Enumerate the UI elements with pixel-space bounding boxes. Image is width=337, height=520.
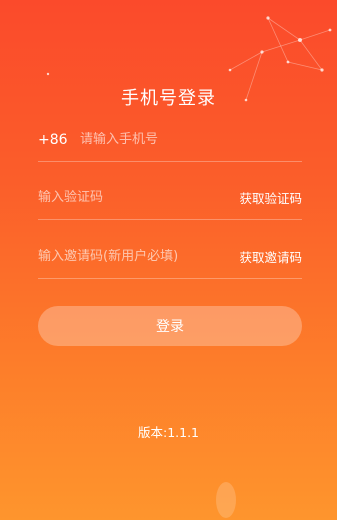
login-button[interactable]: 登录	[38, 306, 302, 346]
phone-input[interactable]	[80, 132, 302, 147]
version-label: 版本:1.1.1	[137, 425, 200, 440]
code-row: 获取验证码	[38, 176, 302, 220]
country-code[interactable]: +86	[38, 132, 80, 148]
invite-code-input[interactable]	[38, 249, 240, 264]
phone-row: +86	[38, 118, 302, 162]
invite-row: 获取邀请码	[38, 235, 302, 279]
get-code-button[interactable]: 获取验证码	[239, 188, 302, 207]
page-title: 手机号登录	[121, 88, 216, 109]
get-invite-button[interactable]: 获取邀请码	[239, 247, 302, 266]
code-input[interactable]	[38, 190, 240, 205]
